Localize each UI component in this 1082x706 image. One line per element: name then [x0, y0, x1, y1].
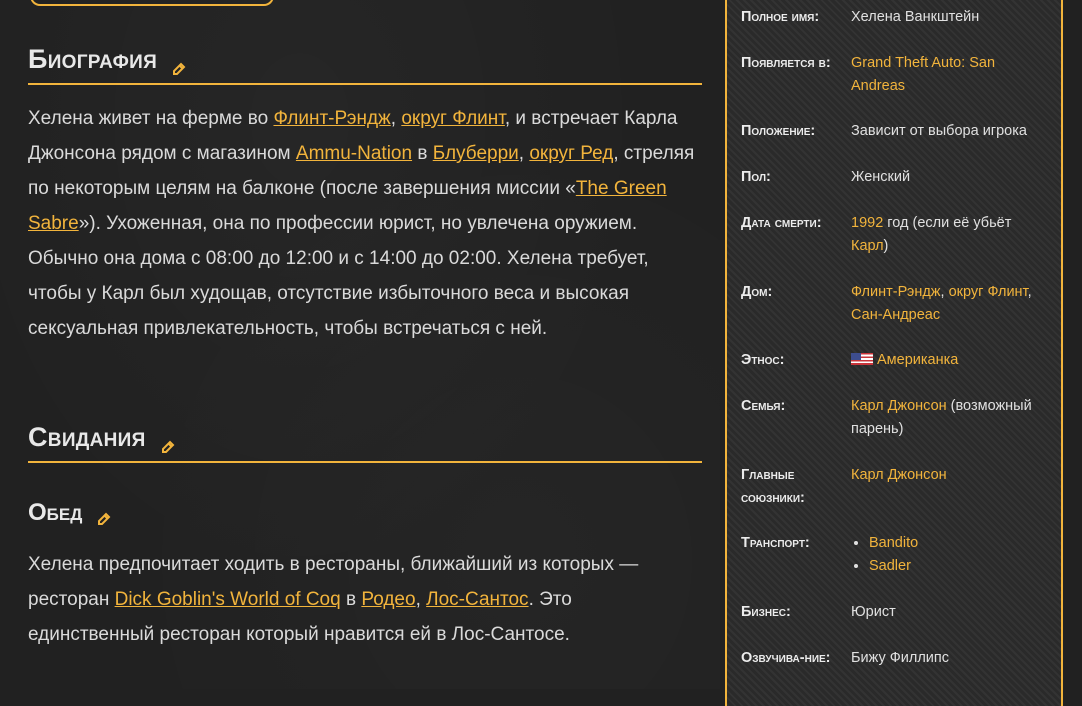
link-sadler[interactable]: Sadler	[869, 558, 911, 574]
link-gta-san-andreas[interactable]: Grand Theft Auto: San Andreas	[851, 55, 995, 94]
infobox-label: Транспорт:	[741, 535, 810, 551]
infobox-label: Пол:	[741, 169, 771, 185]
link-1992[interactable]: 1992	[851, 215, 883, 231]
infobox-label: Озвучива-ние:	[741, 650, 831, 666]
list-item: Sadler	[869, 555, 1051, 578]
subsection-lunch: Обед	[28, 499, 702, 527]
link-carl-johnson[interactable]: Карл Джонсон	[851, 398, 947, 414]
edit-pencil-icon[interactable]	[96, 506, 112, 525]
section-biography: Биография	[28, 44, 702, 85]
infobox-value: Бижу Филлипс	[851, 650, 950, 666]
infobox-value: Юрист	[851, 604, 896, 620]
link-red-county[interactable]: округ Ред	[529, 143, 613, 164]
link-carl-johnson[interactable]: Карл Джонсон	[851, 467, 947, 483]
section-heading-biography: Биография	[28, 44, 702, 85]
infobox-value: Зависит от выбора игрока	[851, 123, 1027, 139]
infobox-label: Дата смерти:	[741, 215, 822, 231]
link-los-santos[interactable]: Лос-Сантос	[426, 589, 528, 610]
infobox-label: Положение:	[741, 123, 816, 139]
link-dick-goblin[interactable]: Dick Goblin's World of Coq	[115, 589, 341, 610]
link-rodeo[interactable]: Родео	[361, 589, 415, 610]
character-infobox: Полное имя: Хелена Ванкштейн Появляется …	[725, 0, 1063, 706]
subsection-heading-lunch: Обед	[28, 499, 702, 527]
infobox-label: Дом:	[741, 284, 773, 300]
vehicle-list: Bandito Sadler	[851, 532, 1051, 577]
top-box-edge	[30, 0, 274, 6]
link-carl[interactable]: Карл	[851, 238, 884, 254]
biography-paragraph: Хелена живет на ферме во Флинт-Рэндж, ок…	[28, 108, 695, 339]
link-flint-county[interactable]: округ Флинт	[949, 284, 1028, 300]
link-bandito[interactable]: Bandito	[869, 535, 918, 551]
infobox-label: Полное имя:	[741, 9, 820, 25]
list-item: Bandito	[869, 532, 1051, 555]
link-flint-range[interactable]: Флинт-Рэндж	[273, 108, 390, 129]
link-flint-range[interactable]: Флинт-Рэндж	[851, 284, 941, 300]
section-heading-dates: Свидания	[28, 422, 702, 463]
lunch-paragraph: Хелена предпочитает ходить в рестораны, …	[28, 554, 639, 645]
us-flag-icon	[851, 353, 873, 365]
link-blueberry[interactable]: Блуберри	[433, 143, 519, 164]
link-flint-county[interactable]: округ Флинт	[401, 108, 505, 129]
link-american[interactable]: Американка	[877, 352, 958, 368]
link-san-andreas[interactable]: Сан-Андреас	[851, 307, 940, 323]
infobox-label: Появляется в:	[741, 55, 831, 71]
link-ammu-nation[interactable]: Ammu-Nation	[296, 143, 412, 164]
edit-pencil-icon[interactable]	[160, 431, 176, 453]
edit-pencil-icon[interactable]	[171, 53, 187, 75]
infobox-value: Женский	[851, 169, 911, 185]
infobox-label: Главные союзники:	[741, 467, 805, 506]
section-dates: Свидания	[28, 422, 702, 463]
infobox-label: Бизнес:	[741, 604, 791, 620]
infobox-label: Этнос:	[741, 352, 785, 368]
infobox-label: Семья:	[741, 398, 786, 414]
infobox-value: Хелена Ванкштейн	[851, 9, 980, 25]
